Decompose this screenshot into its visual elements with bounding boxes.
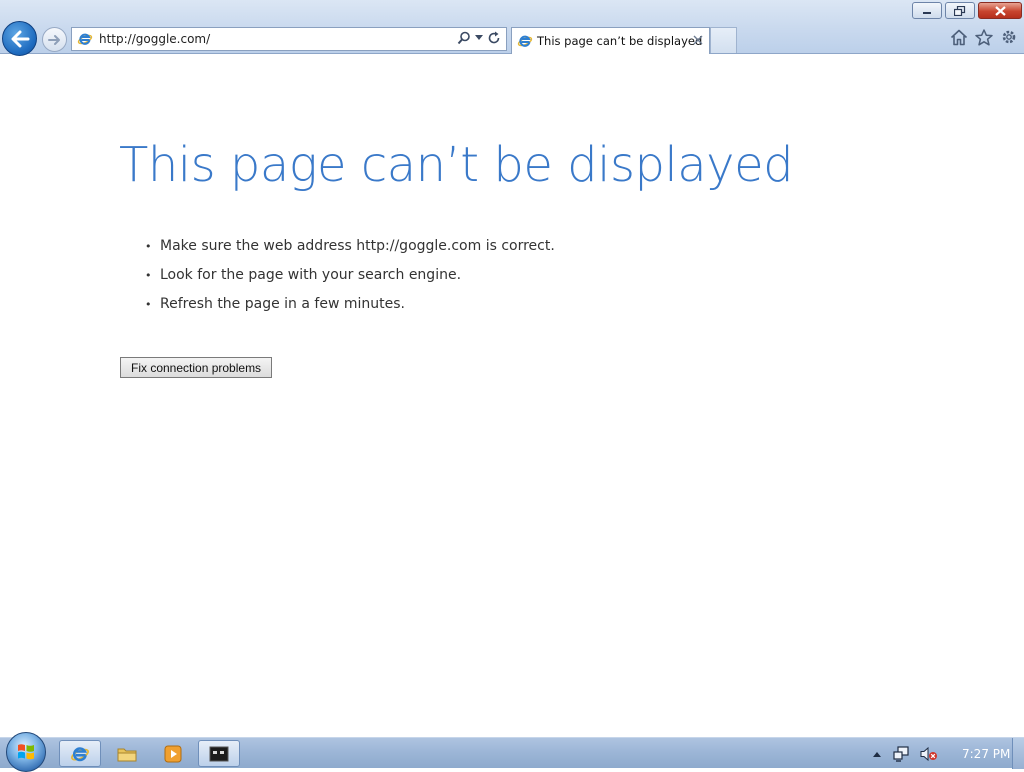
network-icon[interactable]	[892, 745, 910, 762]
back-arrow-icon	[11, 30, 29, 47]
tools-gear-icon[interactable]	[1000, 28, 1018, 46]
search-icon[interactable]	[457, 31, 471, 45]
restore-icon	[954, 5, 966, 16]
minimize-button[interactable]	[912, 2, 942, 19]
close-window-button[interactable]	[978, 2, 1022, 19]
forward-arrow-icon	[47, 34, 60, 45]
taskbar-internet-explorer[interactable]	[59, 740, 101, 767]
volume-muted-icon[interactable]	[920, 746, 938, 762]
refresh-icon[interactable]	[487, 31, 501, 45]
minimize-icon	[923, 11, 931, 14]
address-bar[interactable]	[71, 27, 507, 51]
dropdown-arrow-icon[interactable]	[475, 35, 483, 41]
terminal-icon	[209, 746, 229, 761]
tab-favicon-icon	[517, 35, 533, 47]
taskbar-media-player[interactable]	[152, 740, 194, 767]
taskbar-clock[interactable]: 7:27 PM	[962, 747, 1010, 761]
new-tab-button[interactable]	[710, 27, 737, 53]
show-hidden-icons-icon[interactable]	[872, 750, 882, 758]
tab-title: This page can’t be displayed	[537, 34, 703, 48]
window-controls	[912, 2, 1022, 19]
taskbar-terminal[interactable]	[198, 740, 240, 767]
list-item: Make sure the web address http://goggle.…	[145, 235, 555, 264]
windows-logo-icon	[18, 744, 34, 760]
media-player-icon	[164, 745, 182, 762]
address-input[interactable]	[97, 31, 437, 47]
address-tools	[457, 31, 501, 45]
tab-close-icon[interactable]	[693, 35, 703, 45]
file-explorer-icon	[117, 748, 137, 761]
command-icons	[950, 28, 1018, 46]
system-tray: 7:27 PM	[864, 738, 1024, 769]
fix-connection-button[interactable]: Fix connection problems	[120, 357, 273, 378]
list-item: Refresh the page in a few minutes.	[145, 293, 555, 322]
list-item: Look for the page with your search engin…	[145, 264, 555, 293]
close-icon	[994, 5, 1006, 16]
suggestion-list: Make sure the web address http://goggle.…	[145, 235, 555, 322]
back-button[interactable]	[2, 21, 37, 56]
show-desktop-button[interactable]	[1012, 738, 1024, 769]
forward-button[interactable]	[42, 27, 67, 52]
start-button[interactable]	[6, 732, 46, 772]
restore-button[interactable]	[945, 2, 975, 19]
favorites-star-icon[interactable]	[975, 28, 993, 46]
taskbar: 7:27 PM	[0, 732, 1024, 772]
browser-chrome: This page can’t be displayed	[0, 0, 1024, 56]
internet-explorer-icon	[71, 746, 89, 761]
home-icon[interactable]	[950, 29, 968, 46]
taskbar-file-explorer[interactable]	[106, 740, 148, 767]
page-title: This page can’t be displayed	[119, 137, 794, 193]
tab-error-page[interactable]: This page can’t be displayed	[511, 27, 710, 54]
internet-explorer-icon	[77, 33, 93, 45]
page-content: This page can’t be displayed Make sure t…	[0, 55, 1024, 737]
